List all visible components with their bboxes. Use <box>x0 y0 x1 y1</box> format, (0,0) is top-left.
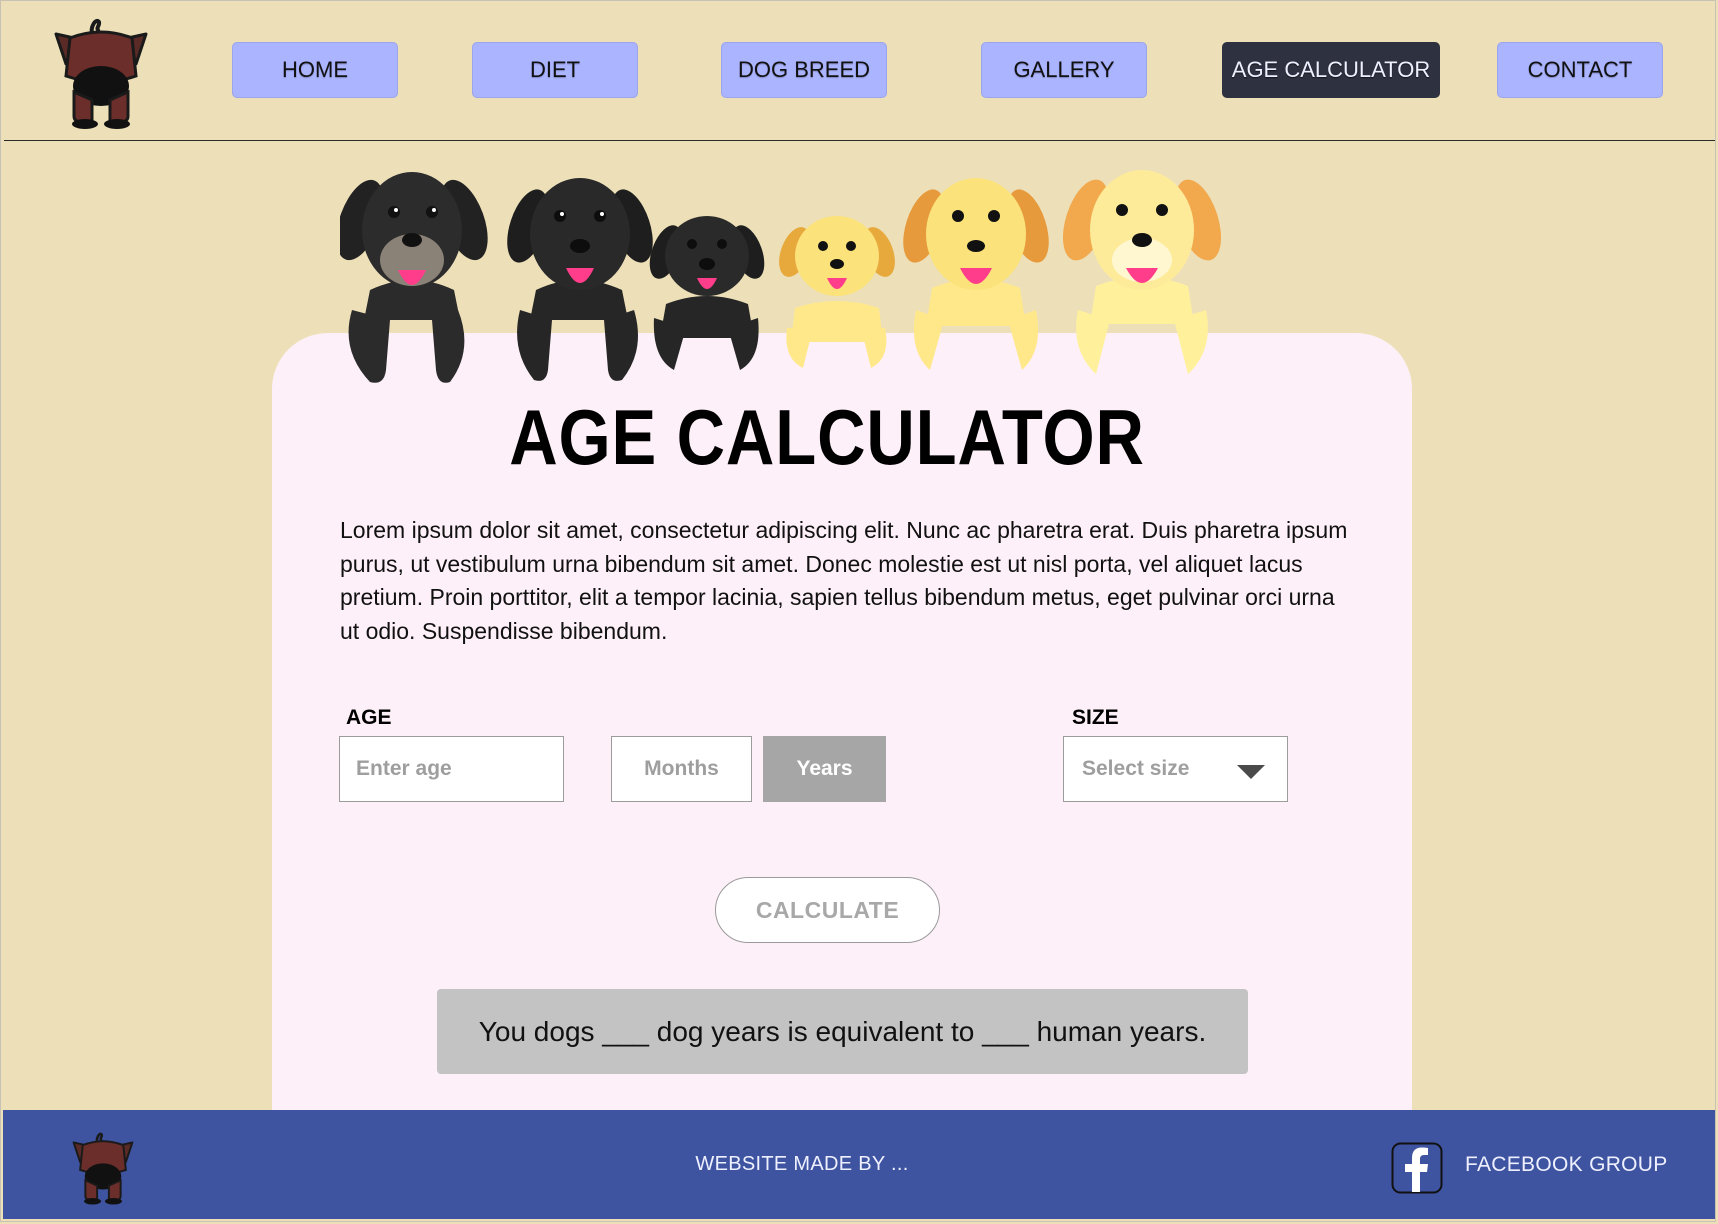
nav-age-calculator[interactable]: AGE CALCULATOR <box>1222 42 1440 98</box>
nav-home[interactable]: HOME <box>232 42 398 98</box>
dog-logo-icon[interactable] <box>52 8 150 132</box>
size-select[interactable]: Select size <box>1063 736 1288 802</box>
size-label: SIZE <box>1072 706 1119 729</box>
age-input-placeholder: Enter age <box>356 757 452 780</box>
puppy-2 <box>507 178 653 381</box>
footer-credit: WEBSITE MADE BY ... <box>695 1153 909 1175</box>
facebook-group-link[interactable]: FACEBOOK GROUP <box>1465 1110 1668 1219</box>
header-divider <box>4 140 1716 141</box>
nav-gallery[interactable]: GALLERY <box>981 42 1147 98</box>
page-title: AGE CALCULATOR <box>509 393 1145 481</box>
months-option[interactable]: Months <box>611 736 752 802</box>
result-box: You dogs ___ dog years is equivalent to … <box>437 989 1248 1074</box>
site-footer: WEBSITE MADE BY ... FACEBOOK GROUP <box>3 1110 1716 1219</box>
puppy-5 <box>903 178 1049 370</box>
puppy-1 <box>340 172 488 383</box>
age-label: AGE <box>346 706 392 729</box>
facebook-icon[interactable] <box>1391 1142 1443 1194</box>
chevron-down-icon <box>1237 765 1265 779</box>
puppy-6 <box>1062 170 1222 374</box>
nav-diet[interactable]: DIET <box>472 42 638 98</box>
nav-contact[interactable]: CONTACT <box>1497 42 1663 98</box>
dog-logo-icon[interactable] <box>71 1124 135 1208</box>
years-option[interactable]: Years <box>763 736 886 802</box>
site-header: HOME DIET DOG BREED GALLERY AGE CALCULAT… <box>0 0 1718 142</box>
six-puppies-illustration <box>340 170 1222 383</box>
nav-dog-breed[interactable]: DOG BREED <box>721 42 887 98</box>
size-select-placeholder: Select size <box>1082 757 1190 780</box>
puppy-3 <box>649 216 765 370</box>
age-input[interactable]: Enter age <box>339 736 564 802</box>
page-description: Lorem ipsum dolor sit amet, consectetur … <box>340 517 1348 644</box>
result-text: You dogs ___ dog years is equivalent to … <box>478 1015 1207 1047</box>
puppy-4 <box>779 216 895 368</box>
calculate-button[interactable]: CALCULATE <box>715 877 940 943</box>
